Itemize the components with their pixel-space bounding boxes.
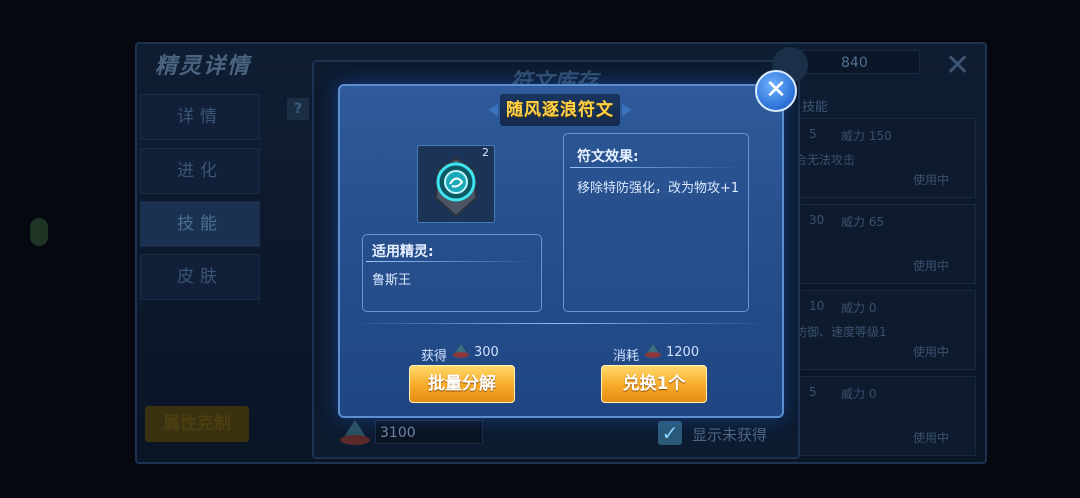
panel-close-icon[interactable]: ✕	[945, 48, 970, 83]
skill-row[interactable]: 10 威力 0 防御、速度等级1 使用中	[784, 290, 976, 370]
skill-pp: 10	[809, 299, 825, 313]
rune-effect-text: 移除特防强化，改为物攻+1	[577, 181, 740, 196]
skill-row[interactable]: 5 威力 0 使用中	[784, 376, 976, 456]
skill-power: 威力 0	[841, 387, 877, 401]
skill-row[interactable]: 30 威力 65 使用中	[784, 204, 976, 284]
skill-desc: 防御、速度等级1	[795, 325, 887, 339]
exchange-one-button[interactable]: 兑换1个	[601, 365, 707, 403]
applicable-spirit-title: 适用精灵:	[372, 244, 434, 260]
cost-value: 1200	[666, 345, 700, 360]
spirit-detail-title: 精灵详情	[155, 54, 252, 79]
rune-count: 2	[482, 146, 489, 159]
skill-status: 使用中	[913, 259, 950, 273]
divider-line	[366, 261, 536, 262]
show-unobtained-label: 显示未获得	[692, 426, 768, 444]
skill-pp: 5	[809, 127, 817, 141]
skill-status: 使用中	[913, 173, 950, 187]
close-button[interactable]: ✕	[755, 70, 797, 112]
skill-power: 威力 65	[841, 215, 885, 229]
side-indicator	[30, 218, 48, 246]
rune-dust-icon	[453, 344, 469, 358]
rune-currency-value: 3100	[375, 420, 483, 444]
rune-dust-icon	[645, 344, 661, 358]
skill-status: 使用中	[913, 431, 950, 445]
attribute-counter-button[interactable]: 属性克制	[145, 406, 249, 442]
dialog-title: 随风逐浪符文	[500, 94, 620, 126]
show-unobtained-checkbox[interactable]: ✓	[658, 421, 682, 445]
rune-effect-title: 符文效果:	[577, 149, 639, 165]
skill-pp: 5	[809, 385, 817, 399]
tab-skills[interactable]: 技能	[140, 201, 260, 247]
section-divider	[350, 323, 768, 324]
tab-details[interactable]: 详情	[140, 94, 260, 140]
header-decoration	[488, 104, 498, 116]
header-decoration	[622, 104, 632, 116]
gain-value: 300	[474, 345, 499, 360]
top-currency-value: 840	[800, 50, 920, 74]
cost-label: 消耗	[613, 349, 640, 364]
skill-power: 威力 0	[841, 301, 877, 315]
skill-row[interactable]: 5 威力 150 合无法攻击 使用中	[784, 118, 976, 198]
skill-desc: 合无法攻击	[795, 153, 856, 167]
tab-evolution[interactable]: 进化	[140, 148, 260, 194]
tab-skins[interactable]: 皮肤	[140, 254, 260, 300]
rune-currency-icon	[340, 420, 370, 445]
divider-line	[570, 167, 740, 168]
skill-status: 使用中	[913, 345, 950, 359]
skill-pp: 30	[809, 213, 825, 227]
help-icon[interactable]: ?	[287, 98, 309, 120]
applicable-spirit-name: 鲁斯王	[372, 273, 412, 288]
batch-decompose-button[interactable]: 批量分解	[409, 365, 515, 403]
skill-list: 技能 5 威力 150 合无法攻击 使用中 30 威力 65 使用中 10 威力…	[778, 90, 976, 456]
gain-label: 获得	[421, 349, 448, 364]
skill-header: 技能	[802, 100, 829, 115]
skill-power: 威力 150	[841, 129, 892, 143]
